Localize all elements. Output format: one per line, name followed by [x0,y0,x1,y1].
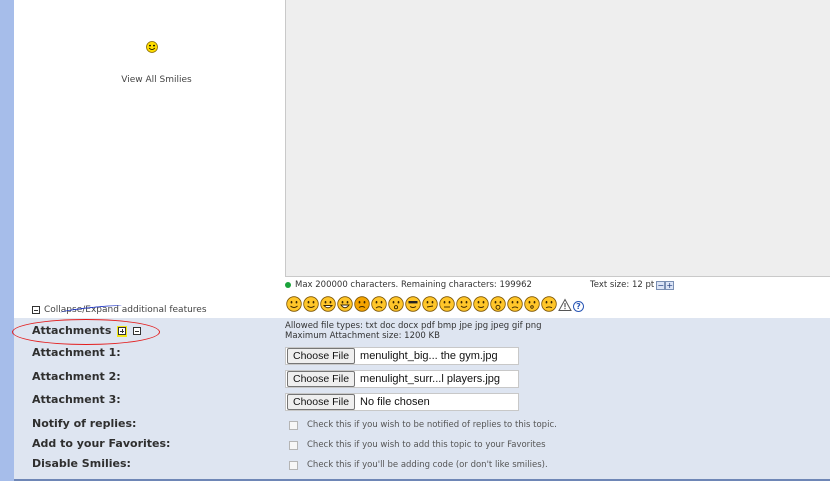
shocked-smiley-icon[interactable] [490,296,506,316]
allowed-file-types: Allowed file types: txt doc docx pdf bmp… [285,321,542,331]
attachment-3-label: Attachment 3: [32,393,121,406]
add-favorites-text: Check this if you wish to add this topic… [307,440,546,450]
notify-replies-row: Check this if you wish to be notified of… [289,420,557,430]
angry-smiley-icon[interactable] [354,296,370,316]
attachment-3-file-input[interactable]: Choose File No file chosen [285,393,519,411]
notify-replies-checkbox[interactable] [289,420,298,430]
smile-smiley-icon[interactable] [286,296,302,316]
status-dot-icon [285,282,291,288]
choose-file-button-1[interactable]: Choose File [287,348,356,364]
message-textarea[interactable] [285,0,830,277]
red-annotation-circle [12,319,160,345]
disable-smilies-checkbox[interactable] [289,460,298,470]
add-favorites-checkbox[interactable] [289,440,298,450]
sad-smiley-icon[interactable] [371,296,387,316]
smilies-row: ? [286,296,584,316]
smiley-icon[interactable] [146,38,158,57]
tongue-smiley-icon[interactable] [456,296,472,316]
attachment-2-filename: menulight_surr...l players.jpg [360,373,501,385]
eek-smiley-icon[interactable] [524,296,540,316]
surprised-smiley-icon[interactable] [388,296,404,316]
grin-smiley-icon[interactable] [320,296,336,316]
attachment-1-file-input[interactable]: Choose File menulight_big... the gym.jpg [285,347,519,365]
text-size-control: Text size: 12 pt − + [590,280,675,290]
disable-smilies-text: Check this if you'll be adding code (or … [307,460,548,470]
rolleyes-smiley-icon[interactable] [439,296,455,316]
cool-smiley-icon[interactable] [405,296,421,316]
attachment-1-label: Attachment 1: [32,346,121,359]
help-icon[interactable]: ? [573,300,584,312]
notify-replies-label: Notify of replies: [32,417,137,430]
allowed-file-info: Allowed file types: txt doc docx pdf bmp… [285,321,542,341]
unhappy-smiley-icon[interactable] [541,296,557,316]
text-size-label: Text size: 12 pt [590,280,655,290]
left-side-bar [0,0,14,481]
max-characters-info: Max 200000 characters. Remaining charact… [285,280,532,290]
max-characters-text: Max 200000 characters. Remaining charact… [295,280,532,290]
choose-file-button-2[interactable]: Choose File [287,371,356,387]
warning-icon[interactable] [558,297,572,316]
attachment-1-filename: menulight_big... the gym.jpg [360,350,498,362]
attachment-2-label: Attachment 2: [32,370,121,383]
confused-smiley-icon[interactable] [422,296,438,316]
max-attachment-size: Maximum Attachment size: 1200 KB [285,331,440,341]
text-size-decrease-button[interactable]: − [656,280,666,290]
attachment-3-filename: No file chosen [360,396,430,408]
notify-replies-text: Check this if you wish to be notified of… [307,420,557,430]
wink-smiley-icon[interactable] [303,296,319,316]
disable-smilies-label: Disable Smilies: [32,457,131,470]
add-favorites-label: Add to your Favorites: [32,437,171,450]
laugh-smiley-icon[interactable] [337,296,353,316]
cry-smiley-icon[interactable] [507,296,523,316]
attachment-2-file-input[interactable]: Choose File menulight_surr...l players.j… [285,370,519,388]
view-all-smilies-link[interactable]: View All Smilies [14,75,299,85]
blush-smiley-icon[interactable] [473,296,489,316]
collapse-icon [32,306,40,314]
disable-smilies-row: Check this if you'll be adding code (or … [289,460,548,470]
choose-file-button-3[interactable]: Choose File [287,394,356,410]
add-favorites-row: Check this if you wish to add this topic… [289,440,546,450]
text-size-increase-button[interactable]: + [665,280,675,290]
